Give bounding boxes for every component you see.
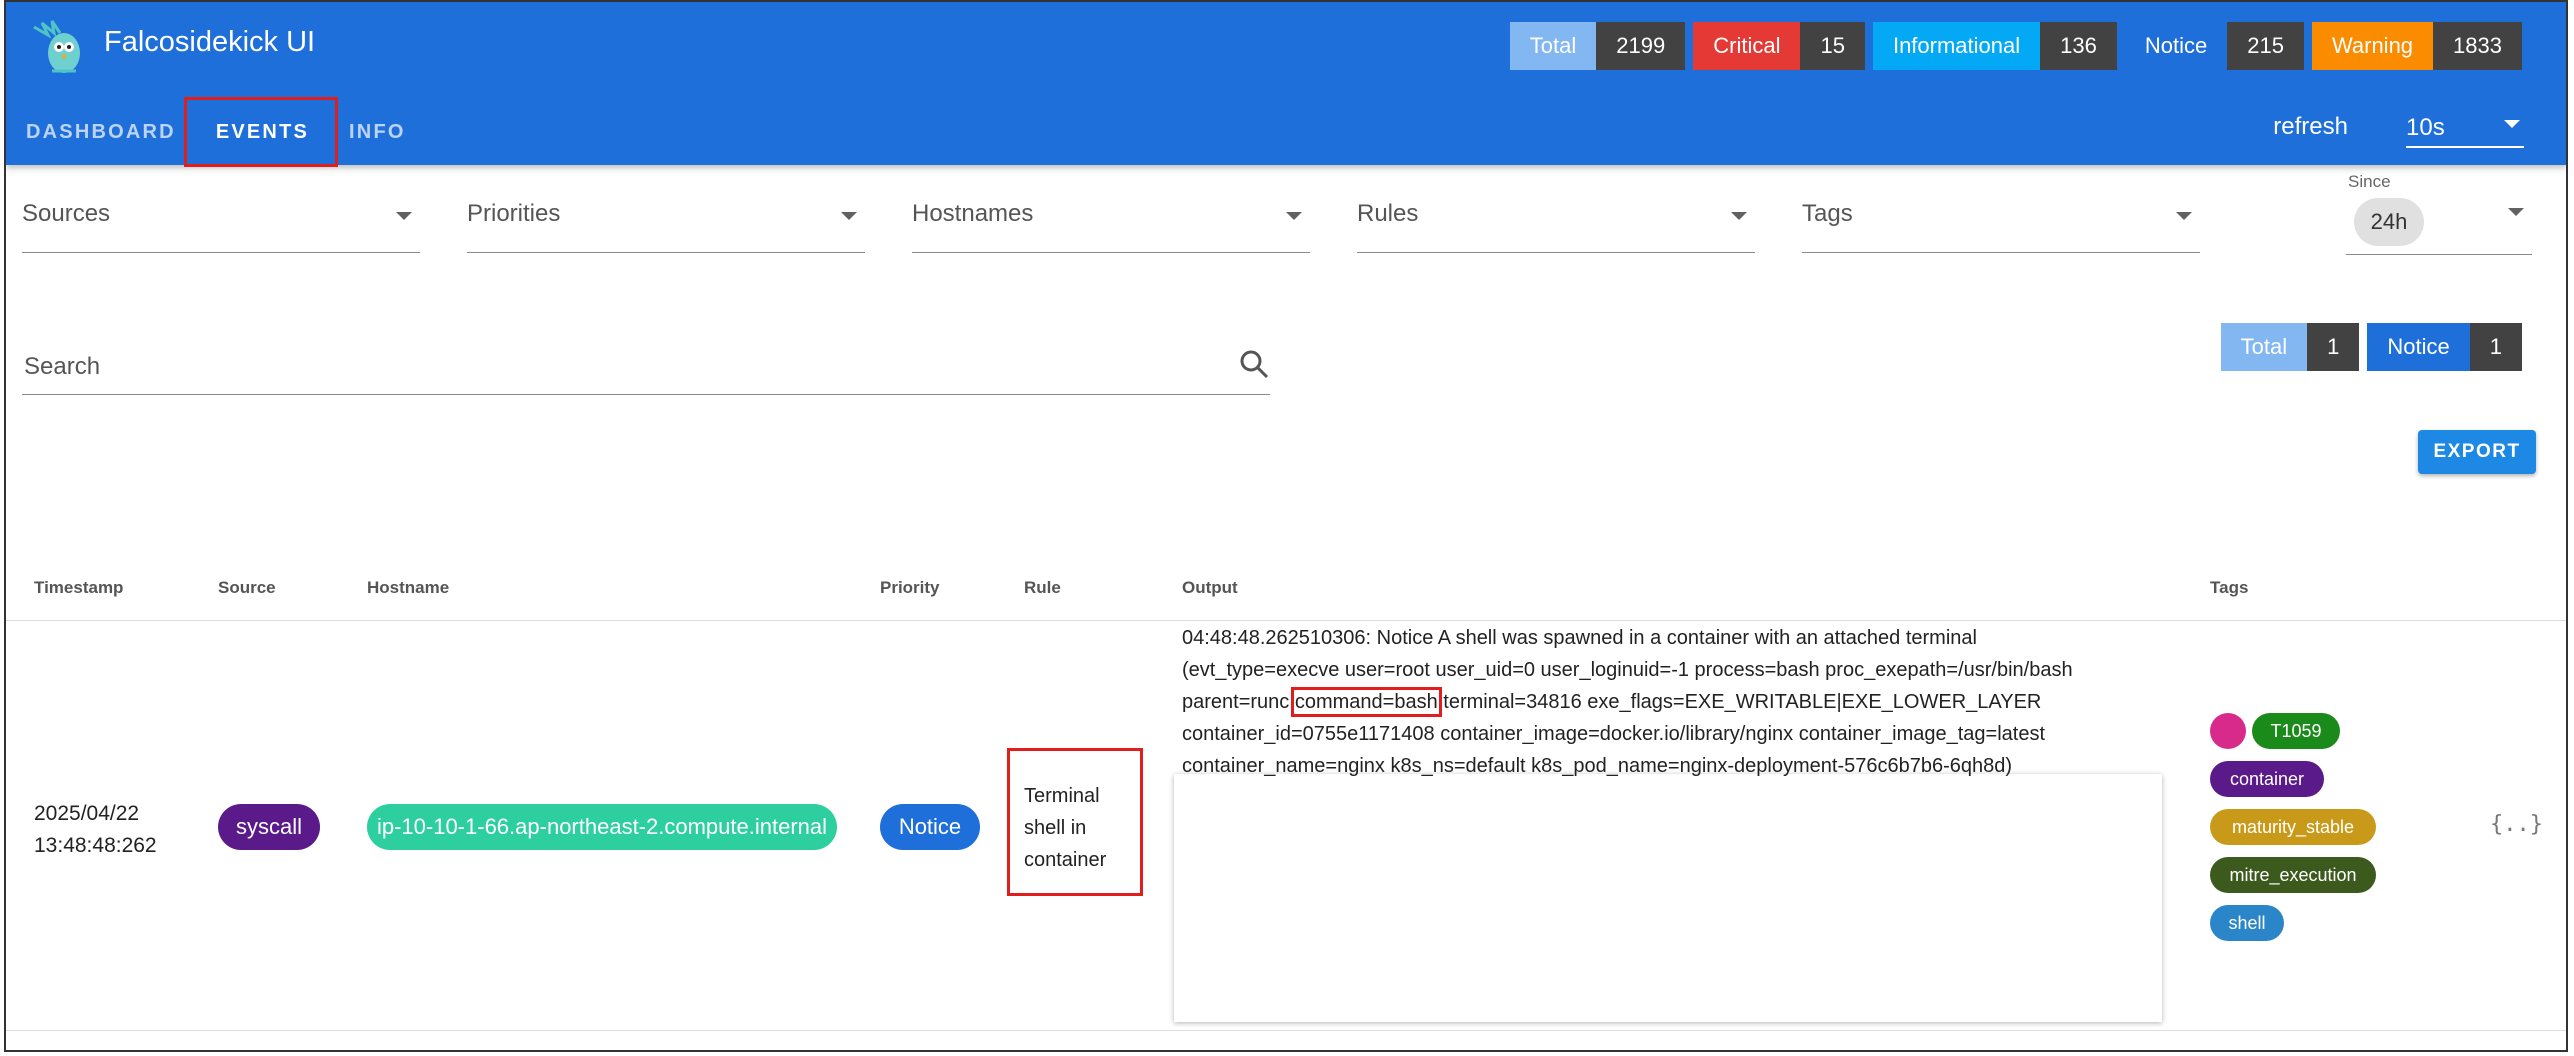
tags-select[interactable]: Tags xyxy=(1802,182,2200,253)
refresh-label: refresh xyxy=(2273,113,2348,140)
refresh-select[interactable]: 10s xyxy=(2406,106,2524,148)
output-line: container_name=nginx k8s_ns=default k8s_… xyxy=(1182,755,2013,777)
counter-label: Informational xyxy=(1872,22,2041,70)
result-counter-total[interactable]: Total 1 xyxy=(2220,323,2360,371)
column-header-source[interactable]: Source xyxy=(218,578,276,598)
counter-label: Total xyxy=(2220,323,2308,371)
search-field[interactable] xyxy=(22,338,1270,395)
since-chip[interactable]: 24h xyxy=(2354,198,2424,246)
app-title: Falcosidekick UI xyxy=(104,26,316,58)
counter-value: 15 xyxy=(1800,22,1865,70)
counter-notice[interactable]: Notice 215 xyxy=(2124,22,2304,70)
counter-label: Critical xyxy=(1693,22,1801,70)
chevron-down-icon xyxy=(2176,212,2192,220)
search-icon[interactable] xyxy=(1238,348,1270,380)
hostnames-label: Hostnames xyxy=(912,200,1034,227)
tag-dot[interactable] xyxy=(2210,713,2246,749)
sources-label: Sources xyxy=(22,200,111,227)
falco-logo-icon xyxy=(33,20,80,73)
json-details-icon[interactable]: {..} xyxy=(2490,812,2543,837)
counter-value: 1 xyxy=(2469,323,2522,371)
counter-critical[interactable]: Critical 15 xyxy=(1693,22,1865,70)
tab-info[interactable]: INFO xyxy=(329,98,426,166)
tag-chip[interactable]: container xyxy=(2210,761,2324,797)
app-bar: Falcosidekick UI Total 2199 Critical 15 … xyxy=(6,2,2566,165)
counter-value: 1833 xyxy=(2433,22,2522,70)
annotation-events-tab xyxy=(184,97,338,167)
table-row-divider xyxy=(6,1030,2566,1031)
source-chip[interactable]: syscall xyxy=(218,804,320,850)
output-text-post: terminal=34816 exe_flags=EXE_WRITABLE|EX… xyxy=(1437,691,2042,713)
counter-value: 2199 xyxy=(1596,22,1686,70)
since-select[interactable]: Since 24h xyxy=(2346,168,2532,255)
timestamp-date: 2025/04/22 xyxy=(34,802,140,825)
output-line: parent=runc command=bash terminal=34816 … xyxy=(1182,686,2132,718)
column-header-timestamp[interactable]: Timestamp xyxy=(34,578,123,598)
sources-select[interactable]: Sources xyxy=(22,182,420,253)
column-header-hostname[interactable]: Hostname xyxy=(367,578,449,598)
tag-chip[interactable]: maturity_stable xyxy=(2210,809,2376,845)
tag-chip[interactable]: mitre_execution xyxy=(2210,857,2376,893)
chevron-down-icon xyxy=(841,212,857,220)
rules-select[interactable]: Rules xyxy=(1357,182,1755,253)
refresh-value: 10s xyxy=(2406,114,2445,141)
counter-label: Warning xyxy=(2311,22,2434,70)
column-header-tags[interactable]: Tags xyxy=(2210,578,2248,598)
counter-informational[interactable]: Informational 136 xyxy=(1872,22,2117,70)
counter-value: 136 xyxy=(2040,22,2117,70)
counter-value: 215 xyxy=(2227,22,2304,70)
annotation-rule xyxy=(1007,748,1143,896)
tag-chip[interactable]: shell xyxy=(2210,905,2284,941)
column-header-output[interactable]: Output xyxy=(1182,578,1238,598)
counter-label: Notice xyxy=(2367,323,2470,371)
output-expanded-panel xyxy=(1174,774,2162,1022)
counter-warning[interactable]: Warning 1833 xyxy=(2311,22,2522,70)
tag-chip[interactable]: T1059 xyxy=(2252,713,2340,749)
output-line: (evt_type=execve user=root user_uid=0 us… xyxy=(1182,659,2073,681)
hostnames-select[interactable]: Hostnames xyxy=(912,182,1310,253)
column-header-priority[interactable]: Priority xyxy=(880,578,940,598)
column-header-rule[interactable]: Rule xyxy=(1024,578,1061,598)
hostname-chip[interactable]: ip-10-10-1-66.ap-northeast-2.compute.int… xyxy=(367,804,837,850)
rules-label: Rules xyxy=(1357,200,1419,227)
since-label: Since xyxy=(2348,172,2391,191)
chevron-down-icon xyxy=(396,212,412,220)
counter-label: Notice xyxy=(2124,22,2228,70)
chevron-down-icon xyxy=(2504,120,2520,128)
tags-label: Tags xyxy=(1802,200,1853,227)
priorities-label: Priorities xyxy=(467,200,561,227)
counter-label: Total xyxy=(1509,22,1597,70)
app-window: Falcosidekick UI Total 2199 Critical 15 … xyxy=(4,0,2568,1052)
tab-dashboard[interactable]: DASHBOARD xyxy=(6,98,196,166)
chevron-down-icon xyxy=(1286,212,1302,220)
counter-total[interactable]: Total 2199 xyxy=(1509,22,1686,70)
priorities-select[interactable]: Priorities xyxy=(467,182,865,253)
export-button[interactable]: EXPORT xyxy=(2418,430,2536,474)
header-counters: Total 2199 Critical 15 Informational 136… xyxy=(1502,22,2522,70)
timestamp-time: 13:48:48:262 xyxy=(34,834,157,857)
output-text-pre: parent=runc xyxy=(1182,691,1295,713)
result-counters: Total 1 Notice 1 xyxy=(2213,323,2522,371)
counter-value: 1 xyxy=(2307,323,2360,371)
output-line: container_id=0755e1171408 container_imag… xyxy=(1182,723,2046,745)
chevron-down-icon xyxy=(1731,212,1747,220)
output-line: 04:48:48.262510306: Notice A shell was s… xyxy=(1182,627,1977,649)
search-input[interactable] xyxy=(22,348,1206,386)
chevron-down-icon xyxy=(2508,208,2524,216)
result-counter-notice[interactable]: Notice 1 xyxy=(2367,323,2522,371)
output-cell: 04:48:48.262510306: Notice A shell was s… xyxy=(1182,622,2132,782)
priority-chip[interactable]: Notice xyxy=(880,804,980,850)
timestamp-cell: 2025/04/22 13:48:48:262 xyxy=(34,798,157,862)
output-highlight-command: command=bash xyxy=(1290,687,1442,717)
